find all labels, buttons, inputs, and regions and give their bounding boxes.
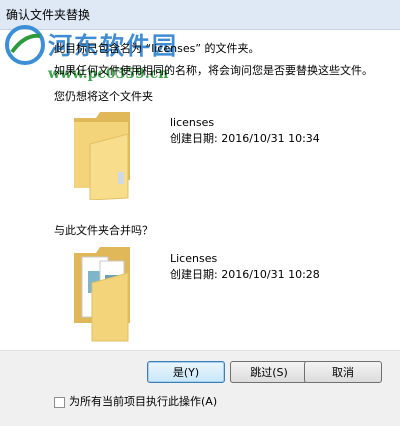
watermark-logo-icon [5,25,45,65]
apply-all-checkbox[interactable] [54,396,65,408]
existing-label: 您仍想将这个文件夹 [54,90,153,103]
skip-button[interactable]: 跳过(S) [230,361,308,383]
apply-all-label: 为所有当前项目执行此操作(A) [69,395,218,408]
cancel-button[interactable]: 取消 [304,361,382,383]
existing-folder-date: 创建日期: 2016/10/31 10:34 [170,132,320,145]
incoming-folder-date: 创建日期: 2016/10/31 10:28 [170,268,320,281]
apply-all-row[interactable]: 为所有当前项目执行此操作(A) [54,393,217,409]
message-line-1: 此目标已包含名为 “licenses” 的文件夹。 [54,42,260,55]
yes-button[interactable]: 是(Y) [147,361,225,383]
incoming-folder-name: Licenses [170,252,218,265]
incoming-label: 与此文件夹合并吗？ [54,224,153,237]
incoming-folder-icon [74,247,130,342]
message-line-2: 如果任何文件使用相同的名称，将会询问您是否要替换这些文件。 [54,64,373,77]
existing-folder-name: licenses [170,116,215,129]
button-area: 是(Y) 跳过(S) 取消 为所有当前项目执行此操作(A) [0,350,400,426]
existing-folder-icon [74,112,130,200]
